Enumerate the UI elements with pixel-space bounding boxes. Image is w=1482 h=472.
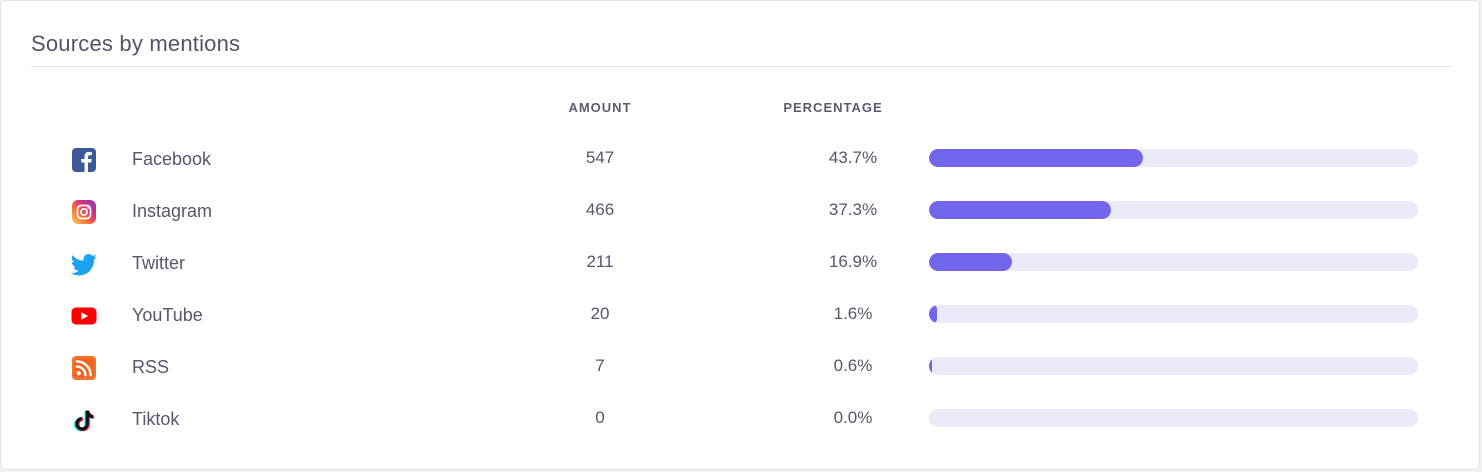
source-percentage: 16.9% xyxy=(828,252,878,271)
percentage-bar-track xyxy=(929,409,1418,427)
source-name: Instagram xyxy=(132,201,213,221)
table-row: YouTube 20 1.6% xyxy=(1,304,1481,356)
table-row: Instagram 466 37.3% xyxy=(1,200,1481,252)
source-amount: 211 xyxy=(586,252,614,271)
percentage-bar-fill xyxy=(929,149,1143,167)
card-title: Sources by mentions xyxy=(31,31,241,56)
facebook-icon xyxy=(71,147,97,173)
percentage-bar-fill xyxy=(929,253,1012,271)
source-percentage: 0.0% xyxy=(833,408,873,427)
source-amount: 7 xyxy=(595,356,605,375)
source-name: Twitter xyxy=(132,253,186,273)
source-name: Facebook xyxy=(132,149,212,169)
title-divider xyxy=(31,66,1452,67)
percentage-bar-track xyxy=(929,201,1418,219)
rss-icon xyxy=(71,355,97,381)
source-amount: 0 xyxy=(595,408,605,427)
twitter-icon xyxy=(71,251,97,277)
source-name: RSS xyxy=(132,357,170,377)
percentage-column-header: PERCENTAGE xyxy=(783,100,883,115)
source-percentage: 43.7% xyxy=(828,148,878,167)
percentage-bar-fill xyxy=(929,305,937,323)
source-name: Tiktok xyxy=(132,409,180,429)
source-name: YouTube xyxy=(132,305,203,325)
table-row: RSS 7 0.6% xyxy=(1,356,1481,408)
source-amount: 466 xyxy=(585,200,615,219)
tiktok-icon xyxy=(71,407,97,433)
percentage-bar-track xyxy=(929,305,1418,323)
percentage-bar-fill xyxy=(929,201,1112,219)
table-row: Twitter 211 16.9% xyxy=(1,252,1481,304)
percentage-bar-track xyxy=(929,253,1418,271)
percentage-bar-track xyxy=(929,357,1418,375)
sources-by-mentions-card: Sources by mentions AMOUNT PERCENTAGE Fa… xyxy=(0,0,1480,470)
youtube-icon xyxy=(71,303,97,329)
source-percentage: 1.6% xyxy=(833,304,873,323)
instagram-icon xyxy=(71,199,97,225)
source-percentage: 0.6% xyxy=(833,356,873,375)
amount-column-header: AMOUNT xyxy=(568,100,632,115)
percentage-bar-track xyxy=(929,149,1418,167)
table-row: Facebook 547 43.7% xyxy=(1,148,1481,200)
source-percentage: 37.3% xyxy=(828,200,878,219)
source-amount: 547 xyxy=(585,148,615,167)
table-row: Tiktok 0 0.0% xyxy=(1,408,1481,460)
percentage-bar-fill xyxy=(929,357,932,375)
source-amount: 20 xyxy=(590,304,610,323)
